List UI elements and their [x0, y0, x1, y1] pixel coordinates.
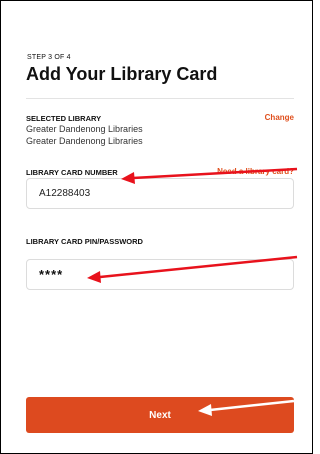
selected-library-label: SELECTED LIBRARY — [26, 114, 102, 123]
card-number-value: A12288403 — [39, 188, 91, 199]
card-number-input[interactable]: A12288403 — [26, 178, 294, 209]
selected-library-name-secondary: Greater Dandenong Libraries — [26, 136, 143, 146]
card-number-label: LIBRARY CARD NUMBER — [26, 168, 118, 177]
divider — [26, 98, 294, 99]
selected-library-name: Greater Dandenong Libraries — [26, 124, 143, 134]
need-library-card-link[interactable]: Need a library card? — [217, 167, 294, 176]
pin-masked-value: **** — [39, 267, 64, 282]
pin-input[interactable]: **** — [26, 259, 294, 290]
page-title: Add Your Library Card — [26, 64, 218, 84]
step-indicator: STEP 3 OF 4 — [27, 54, 71, 61]
change-library-link[interactable]: Change — [265, 113, 294, 122]
next-button[interactable]: Next — [26, 397, 294, 433]
pin-label: LIBRARY CARD PIN/PASSWORD — [26, 237, 143, 246]
next-button-label: Next — [149, 409, 171, 421]
